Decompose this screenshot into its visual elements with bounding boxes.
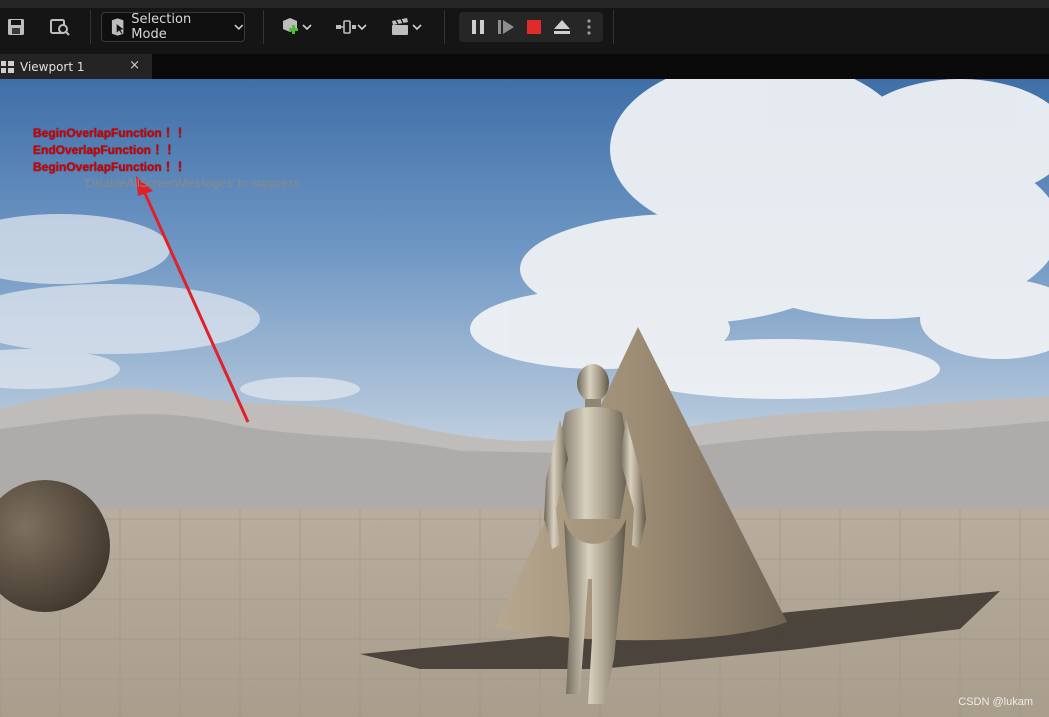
eject-button[interactable] — [549, 12, 575, 42]
viewport-icon — [1, 60, 14, 73]
tab-bar: Viewport 1 × — [0, 54, 1049, 79]
suppress-hint: 'DisableAllScreenMessages' to suppress — [84, 176, 301, 190]
blueprints-dropdown[interactable] — [332, 13, 370, 41]
screen-message: BeginOverlapFunction ！！ — [33, 160, 190, 174]
play-options-button[interactable] — [577, 12, 601, 42]
toolbar-top-strip — [0, 0, 1049, 8]
chevron-down-icon — [412, 24, 422, 31]
clapperboard-icon — [392, 18, 408, 35]
screen-message: EndOverlapFunction ！！ — [33, 143, 179, 157]
chevron-down-icon — [357, 24, 367, 31]
level-viewport[interactable]: BeginOverlapFunction ！！ EndOverlapFuncti… — [0, 79, 1049, 717]
add-actor-dropdown[interactable] — [276, 13, 316, 41]
toolbar-separator — [444, 10, 445, 44]
tab-viewport-1[interactable]: Viewport 1 × — [0, 54, 152, 79]
toolbar-separator — [613, 10, 614, 44]
blueprint-icon — [336, 20, 356, 34]
screen-message: BeginOverlapFunction ！！ — [33, 126, 190, 140]
stop-button[interactable] — [521, 12, 547, 42]
toolbar-separator — [90, 10, 91, 44]
selection-mode-dropdown[interactable]: Selection Mode — [101, 12, 245, 42]
browse-content-icon[interactable] — [46, 13, 74, 41]
chevron-down-icon — [234, 24, 244, 30]
pause-icon — [472, 20, 484, 34]
tab-label: Viewport 1 — [20, 59, 85, 74]
main-toolbar: Selection Mode — [0, 0, 1049, 54]
play-controls — [459, 12, 603, 42]
cinematics-dropdown[interactable] — [386, 13, 426, 41]
close-icon[interactable]: × — [129, 58, 140, 73]
frame-skip-button[interactable] — [493, 12, 519, 42]
chevron-down-icon — [302, 24, 312, 31]
more-vertical-icon — [587, 19, 591, 35]
eject-icon — [554, 20, 570, 34]
selection-mode-icon — [111, 18, 124, 36]
stop-icon — [527, 20, 541, 34]
watermark: CSDN @lukam — [958, 696, 1033, 708]
selection-mode-label: Selection Mode — [131, 12, 192, 42]
toolbar-separator — [263, 10, 264, 44]
add-actor-icon — [283, 18, 298, 34]
pause-button[interactable] — [465, 12, 491, 42]
save-icon[interactable] — [4, 13, 28, 41]
frame-skip-icon — [498, 20, 514, 34]
